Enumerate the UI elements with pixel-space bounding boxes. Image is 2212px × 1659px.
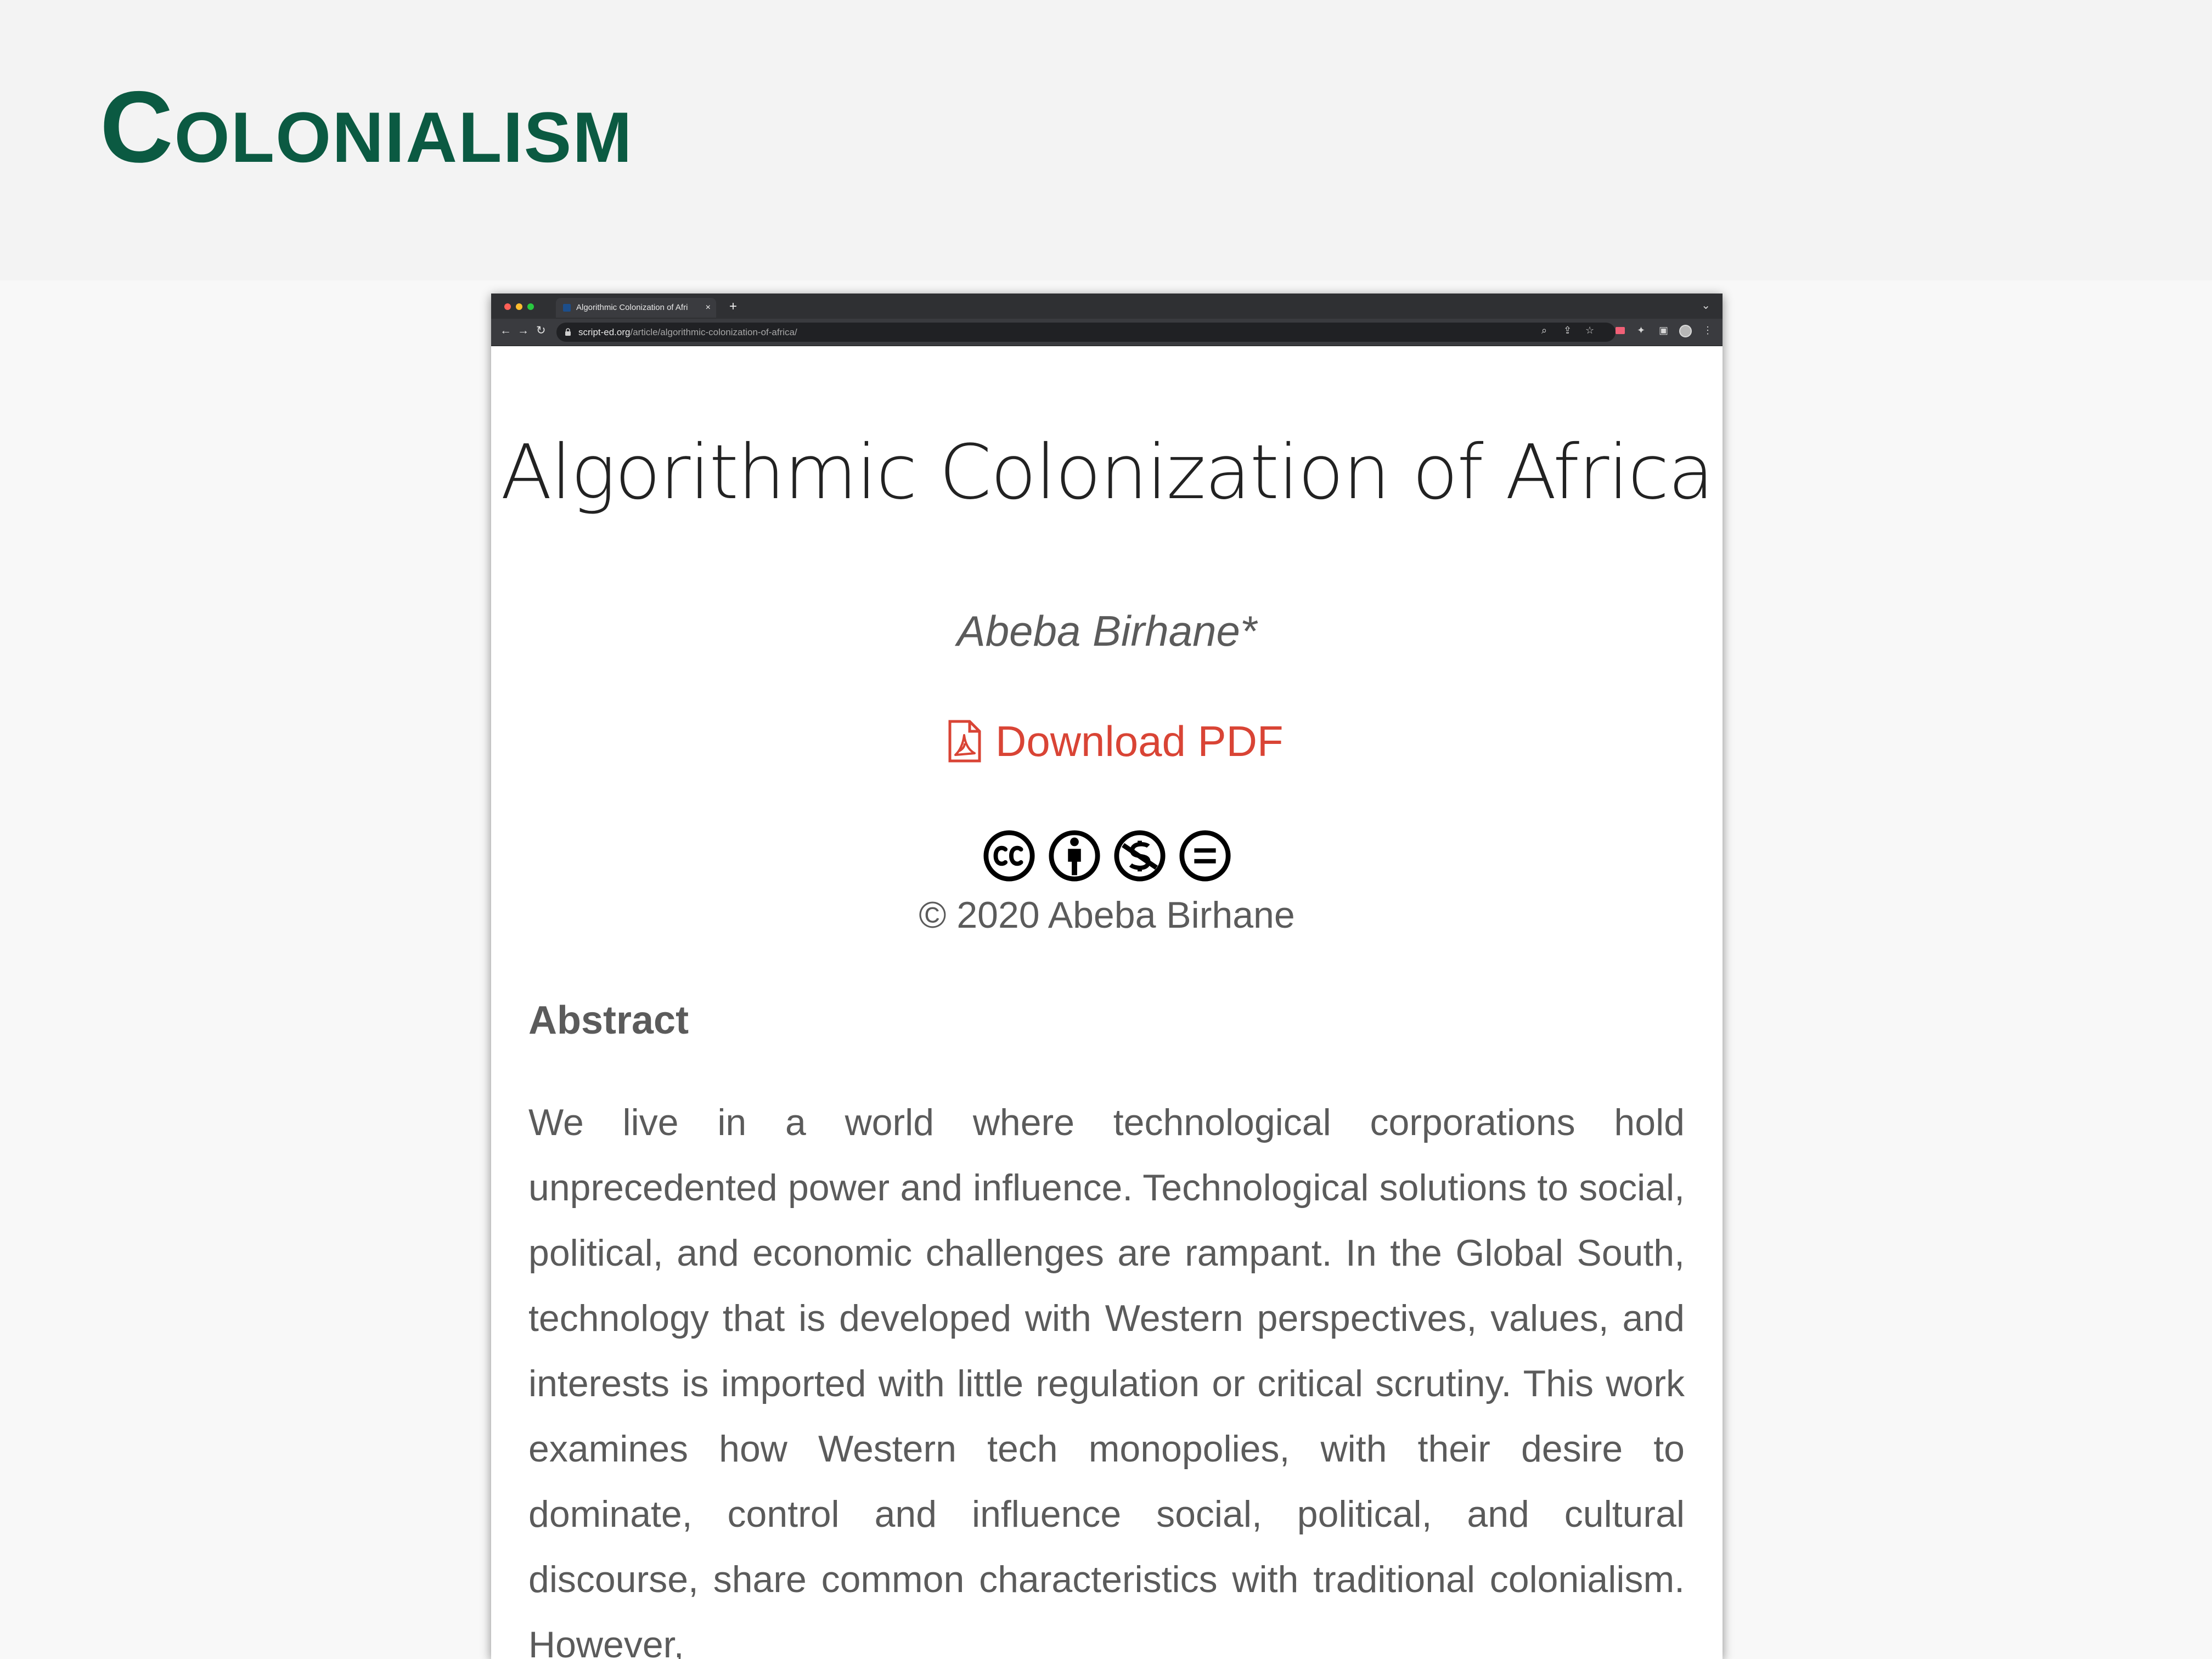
zoom-icon[interactable]: ⌕ [1541, 325, 1547, 335]
share-icon[interactable]: ⇪ [1563, 325, 1572, 335]
profile-avatar-icon[interactable] [1679, 325, 1692, 337]
tab-bar: Algorithmic Colonization of Afri × + ⌄ [491, 294, 1723, 319]
close-icon[interactable]: × [706, 298, 711, 318]
url-path: /article/algorithmic-colonization-of-afr… [630, 327, 797, 337]
reload-icon[interactable]: ↻ [536, 325, 546, 336]
browser-chrome: Algorithmic Colonization of Afri × + ⌄ ←… [491, 294, 1723, 346]
forward-icon[interactable]: → [517, 325, 529, 336]
article-page: Algorithmic Colonization of Africa Abeba… [491, 346, 1723, 1659]
zoom-window-button[interactable] [527, 303, 534, 310]
url-text[interactable]: script-ed.org/article/algorithmic-coloni… [578, 323, 797, 342]
url-domain: script-ed.org [578, 327, 631, 337]
extension-badge-icon[interactable] [1616, 327, 1625, 334]
extensions-puzzle-icon[interactable]: ✦ [1637, 325, 1645, 335]
script-ed-favicon-icon [563, 304, 571, 312]
copyright-line: © 2020 Abeba Birhane [919, 894, 1295, 936]
address-bar[interactable]: script-ed.org/article/algorithmic-coloni… [556, 323, 1616, 342]
bookmark-star-icon[interactable]: ☆ [1585, 325, 1594, 335]
pdf-icon [948, 720, 981, 763]
close-window-button[interactable] [504, 303, 511, 310]
article-author: Abeba Birhane* [956, 607, 1257, 655]
no-derivatives-icon[interactable] [1178, 829, 1232, 883]
article-title: Algorithmic Colonization of Africa [500, 429, 1714, 516]
noncommercial-icon[interactable] [1113, 829, 1167, 883]
slide-title: Colonialism [100, 71, 633, 184]
attribution-icon[interactable] [1048, 829, 1101, 883]
lock-icon [565, 328, 571, 336]
creative-commons-icon[interactable] [982, 829, 1036, 883]
side-panel-icon[interactable]: ▣ [1659, 325, 1668, 335]
new-tab-button[interactable]: + [729, 300, 737, 313]
tab-menu-icon[interactable]: ⌄ [1701, 300, 1710, 311]
active-tab[interactable]: Algorithmic Colonization of Afri × [556, 298, 716, 318]
creative-commons-license-icons[interactable] [982, 829, 1235, 885]
browser-window: Algorithmic Colonization of Afri × + ⌄ ←… [491, 294, 1723, 1659]
back-icon[interactable]: ← [500, 325, 511, 336]
slide-header-band: Colonialism [0, 0, 2212, 280]
address-toolbar: ← → ↻ script-ed.org/article/algorithmic-… [491, 319, 1723, 346]
tab-title: Algorithmic Colonization of Afri [576, 303, 688, 312]
minimize-window-button[interactable] [516, 303, 522, 310]
download-pdf-label: Download PDF [995, 717, 1284, 765]
abstract-text: We live in a world where technological c… [528, 1102, 1685, 1659]
more-menu-icon[interactable]: ⋮ [1703, 325, 1713, 335]
abstract-heading: Abstract [528, 998, 689, 1042]
